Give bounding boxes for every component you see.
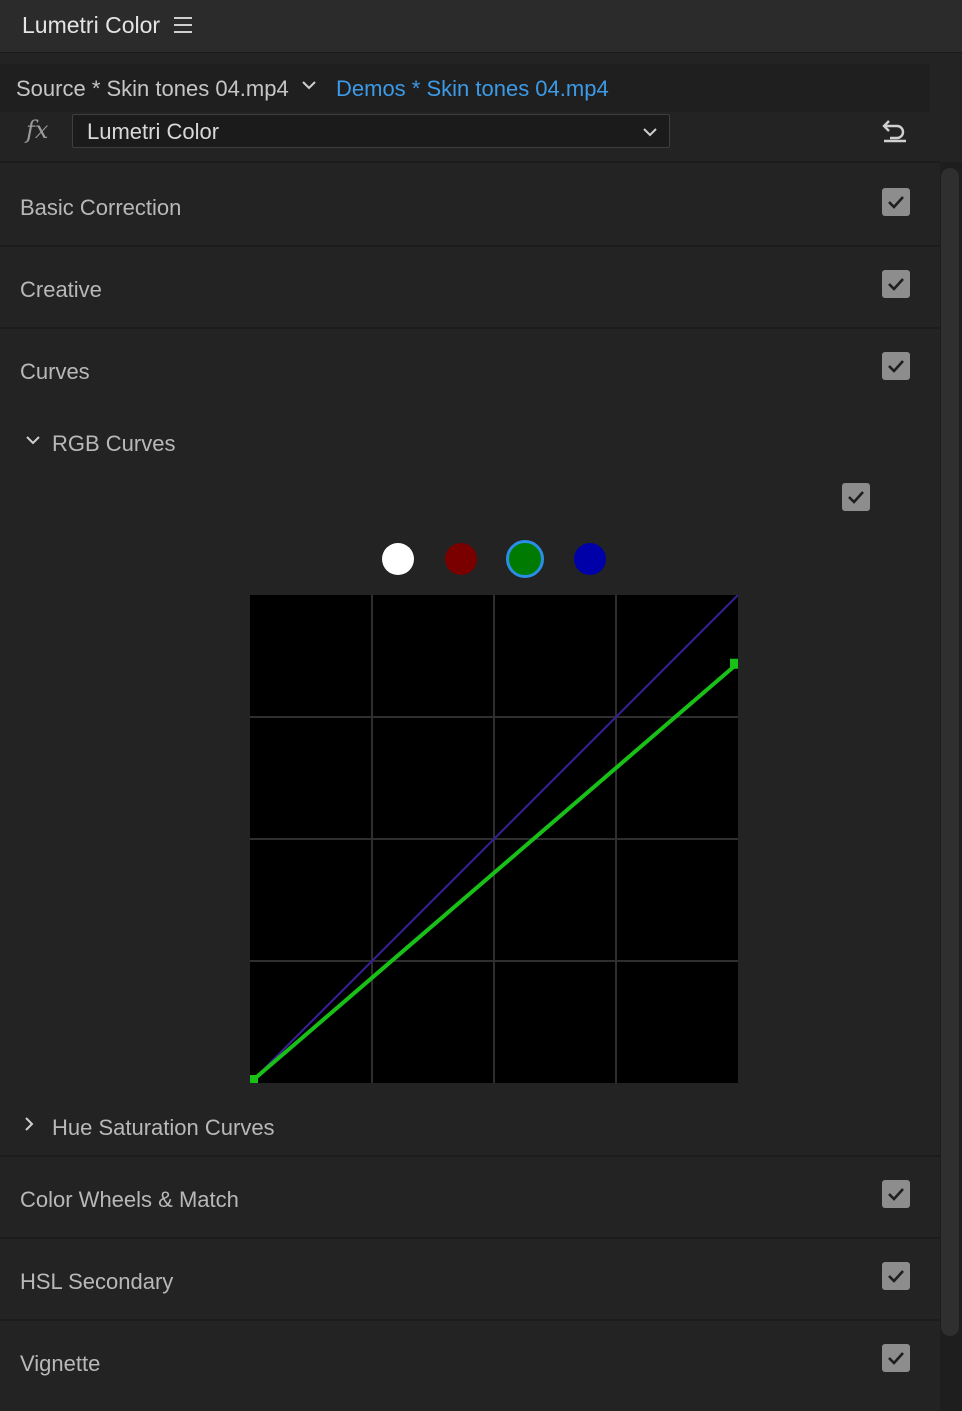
source-clip-label: Source * Skin tones 04.mp4 — [16, 76, 289, 101]
checkmark-icon — [888, 1188, 904, 1201]
divider — [0, 1319, 940, 1321]
section-color-wheels-match[interactable]: Color Wheels & Match — [20, 1187, 239, 1213]
channel-white-button[interactable] — [382, 543, 414, 575]
chevron-down-icon — [641, 123, 659, 141]
section-hsl-secondary[interactable]: HSL Secondary — [20, 1269, 173, 1295]
checkmark-icon — [888, 278, 904, 291]
section-vignette[interactable]: Vignette — [20, 1351, 100, 1377]
hsl-secondary-checkbox[interactable] — [882, 1262, 910, 1290]
section-curves[interactable]: Curves — [20, 359, 90, 385]
divider — [0, 1237, 940, 1239]
creative-checkbox[interactable] — [882, 270, 910, 298]
checkmark-icon — [888, 1352, 904, 1365]
chevron-right-icon[interactable] — [20, 1115, 38, 1133]
checkmark-icon — [848, 491, 864, 504]
channel-green-button[interactable] — [506, 540, 544, 578]
curve-control-point — [730, 658, 738, 669]
divider — [0, 161, 940, 163]
checkmark-icon — [888, 360, 904, 373]
rgb-curves-checkbox[interactable] — [842, 483, 870, 511]
effect-dropdown[interactable]: Lumetri Color — [72, 114, 670, 148]
scrollbar-thumb[interactable] — [941, 168, 959, 1336]
rgb-curve-graph[interactable] — [249, 594, 739, 1085]
subsection-rgb-curves[interactable]: RGB Curves — [52, 431, 175, 457]
channel-red-button[interactable] — [445, 543, 477, 575]
channel-blue-button[interactable] — [574, 543, 606, 575]
divider — [0, 327, 940, 329]
subsection-hue-saturation-curves[interactable]: Hue Saturation Curves — [52, 1115, 275, 1141]
sequence-clip-link[interactable]: Demos * Skin tones 04.mp4 — [336, 76, 609, 102]
curve-control-point — [250, 1075, 258, 1085]
hamburger-menu-icon[interactable] — [174, 17, 192, 33]
chevron-down-icon[interactable] — [24, 432, 42, 450]
reset-icon[interactable] — [880, 116, 910, 144]
curves-checkbox[interactable] — [882, 352, 910, 380]
vignette-checkbox[interactable] — [882, 1344, 910, 1372]
section-creative[interactable]: Creative — [20, 277, 102, 303]
divider — [0, 245, 940, 247]
section-basic-correction[interactable]: Basic Correction — [20, 195, 181, 221]
panel-title: Lumetri Color — [22, 12, 161, 38]
basic-correction-checkbox[interactable] — [882, 188, 910, 216]
fx-icon: fx — [26, 116, 49, 144]
effect-dropdown-value: Lumetri Color — [87, 119, 220, 144]
curve-canvas — [249, 594, 739, 1085]
color-wheels-checkbox[interactable] — [882, 1180, 910, 1208]
chevron-down-icon[interactable] — [300, 76, 318, 94]
checkmark-icon — [888, 1270, 904, 1283]
checkmark-icon — [888, 196, 904, 209]
divider — [0, 1155, 940, 1157]
